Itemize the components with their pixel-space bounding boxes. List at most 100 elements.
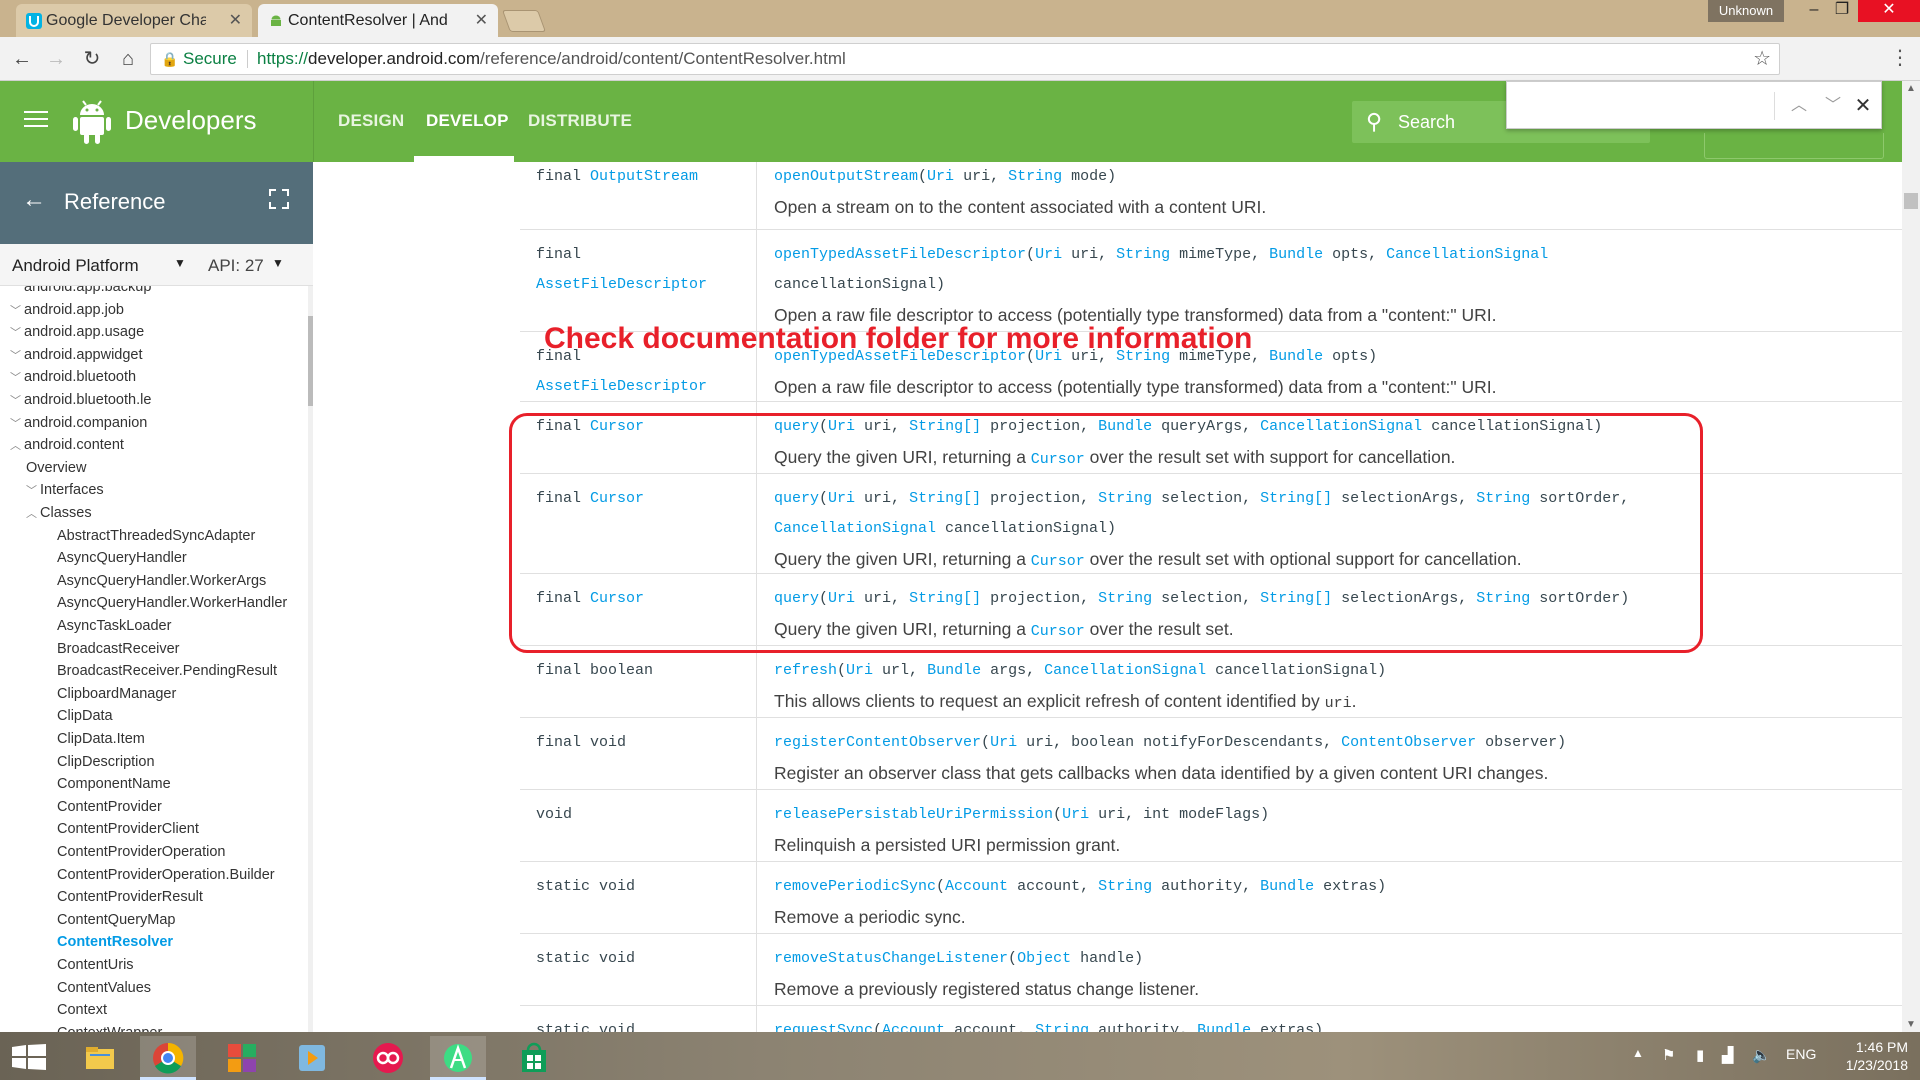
chevron-down-icon[interactable]: ﹀ [10, 367, 24, 389]
sidebar-item[interactable]: ﹀ android.app.backup [10, 286, 151, 298]
find-close-icon[interactable]: ✕ [1851, 94, 1875, 118]
type-link[interactable]: Object [1017, 950, 1071, 967]
taskbar-clock[interactable]: 1:46 PM 1/23/2018 [1818, 1038, 1908, 1074]
type-link[interactable]: refresh [774, 662, 837, 679]
sidebar-item[interactable]: ClipData.Item [57, 728, 145, 750]
type-link[interactable]: Uri [846, 662, 873, 679]
taskbar-media-player[interactable] [284, 1036, 340, 1080]
browser-tab-active[interactable]: ContentResolver | Androi ✕ [258, 4, 498, 37]
chevron-down-icon[interactable]: ﹀ [10, 390, 24, 412]
chevron-down-icon[interactable]: ﹀ [10, 413, 24, 435]
network-icon[interactable]: ▟ [1722, 1046, 1734, 1064]
brand-title[interactable]: Developers [125, 105, 257, 136]
android-logo-icon[interactable] [72, 99, 112, 145]
reload-icon[interactable]: ↻ [78, 45, 106, 73]
type-link[interactable]: Uri [1062, 806, 1089, 823]
sidebar-item[interactable]: ﹀ android.appwidget [10, 344, 143, 366]
sidebar-item[interactable]: ﹀ android.app.usage [10, 321, 144, 343]
type-link[interactable]: Account [882, 1022, 945, 1032]
type-link[interactable]: Bundle [1269, 246, 1323, 263]
sidebar-item[interactable]: AsyncQueryHandler.WorkerArgs [57, 570, 266, 592]
dropdown-caret-icon[interactable]: ▼ [272, 256, 284, 270]
type-link[interactable]: String [1098, 878, 1152, 895]
header-button[interactable] [1704, 133, 1884, 159]
windows-start-icon[interactable] [12, 1044, 46, 1070]
find-previous-icon[interactable]: ︿ [1787, 94, 1811, 118]
home-icon[interactable]: ⌂ [114, 45, 142, 73]
taskbar-store[interactable] [506, 1036, 562, 1080]
type-link[interactable]: releasePersistableUriPermission [774, 806, 1053, 823]
type-link[interactable]: Bundle [1197, 1022, 1251, 1032]
chevron-down-icon[interactable]: ﹀ [10, 300, 24, 322]
dropdown-caret-icon[interactable]: ▼ [174, 256, 186, 270]
tray-chevron-icon[interactable]: ▲ [1632, 1046, 1644, 1060]
sidebar-item[interactable]: ContentProviderResult [57, 886, 203, 908]
sidebar-item[interactable]: ClipboardManager [57, 683, 176, 705]
type-link[interactable]: removeStatusChangeListener [774, 950, 1008, 967]
browser-menu-icon[interactable]: ⋮ [1890, 45, 1910, 70]
scroll-up-icon[interactable]: ▲ [1902, 83, 1920, 94]
sidebar-item[interactable]: AsyncTaskLoader [57, 615, 171, 637]
sidebar-item[interactable]: ClipDescription [57, 751, 155, 773]
sidebar-item[interactable]: ﹀ android.app.job [10, 299, 124, 321]
nav-design[interactable]: DESIGN [338, 111, 404, 131]
action-center-flag-icon[interactable]: ⚑ [1662, 1046, 1675, 1064]
sidebar-item[interactable]: ﹀ android.bluetooth.le [10, 389, 151, 411]
taskbar-chrome[interactable] [140, 1036, 196, 1080]
sidebar-item[interactable]: Context [57, 999, 107, 1021]
type-link[interactable]: CancellationSignal [1386, 246, 1548, 263]
browser-tab[interactable]: Google Developer Challe ✕ [16, 4, 252, 37]
chevron-down-icon[interactable]: ﹀ [10, 286, 24, 299]
sidebar-item[interactable]: BroadcastReceiver [57, 638, 180, 660]
sidebar-item[interactable]: ClipData [57, 705, 113, 727]
chevron-down-icon[interactable]: ﹀ [10, 345, 24, 367]
type-link[interactable]: Bundle [1269, 348, 1323, 365]
profile-badge[interactable]: Unknown [1708, 0, 1784, 22]
nav-develop[interactable]: DEVELOP [426, 111, 509, 131]
type-link[interactable]: Uri [990, 734, 1017, 751]
volume-icon[interactable]: 🔈 [1752, 1046, 1771, 1064]
type-link[interactable]: CancellationSignal [1044, 662, 1206, 679]
sidebar-item[interactable]: ContentResolver [57, 931, 173, 953]
taskbar-app[interactable] [214, 1036, 270, 1080]
scrollbar-thumb[interactable] [1904, 193, 1918, 209]
close-icon[interactable]: ✕ [475, 4, 488, 37]
sidebar-item[interactable]: AbstractThreadedSyncAdapter [57, 525, 255, 547]
sidebar-item[interactable]: ContextWrapper [57, 1022, 162, 1032]
taskbar-android-studio[interactable] [430, 1036, 486, 1080]
sidebar-item[interactable]: ︿ android.content [10, 434, 124, 456]
type-link[interactable]: Bundle [1260, 878, 1314, 895]
hamburger-menu-icon[interactable] [24, 111, 48, 132]
type-link[interactable]: openOutputStream [774, 168, 918, 185]
sidebar-item[interactable]: ﹀ android.bluetooth [10, 366, 136, 388]
type-link[interactable]: AssetFileDescriptor [536, 276, 707, 293]
type-link[interactable]: ContentObserver [1341, 734, 1476, 751]
type-link[interactable]: Bundle [927, 662, 981, 679]
type-link[interactable]: openTypedAssetFileDescriptor [774, 246, 1026, 263]
sidebar-item[interactable]: ﹀ android.companion [10, 412, 147, 434]
sidebar-item[interactable]: ContentUris [57, 954, 134, 976]
scroll-down-icon[interactable]: ▼ [1902, 1019, 1920, 1030]
url-text[interactable]: https://developer.android.com/reference/… [257, 44, 846, 74]
type-link[interactable]: String [1116, 246, 1170, 263]
api-level-select[interactable]: API: 27 [208, 256, 264, 276]
sidebar-item[interactable]: ContentProviderOperation [57, 841, 225, 863]
chevron-down-icon[interactable]: ﹀ [10, 322, 24, 344]
type-link[interactable]: registerContentObserver [774, 734, 981, 751]
sidebar-item[interactable]: ﹀ Interfaces [26, 479, 104, 501]
type-link[interactable]: Account [945, 878, 1008, 895]
type-link[interactable]: String [1035, 1022, 1089, 1032]
sidebar-item[interactable]: ContentProvider [57, 796, 162, 818]
bookmark-star-icon[interactable]: ☆ [1753, 44, 1771, 74]
chevron-down-icon[interactable]: ﹀ [26, 480, 40, 502]
sidebar-item[interactable]: ContentProviderOperation.Builder [57, 864, 275, 886]
page-scrollbar[interactable]: ▲ ▼ [1902, 81, 1920, 1032]
sidebar-item[interactable]: ComponentName [57, 773, 171, 795]
find-next-icon[interactable]: ﹀ [1821, 94, 1845, 118]
back-arrow-icon[interactable]: ← [22, 186, 46, 214]
sidebar-item[interactable]: ContentProviderClient [57, 818, 199, 840]
sidebar-item[interactable]: ContentValues [57, 977, 151, 999]
new-tab-button[interactable] [501, 10, 547, 32]
taskbar-file-explorer[interactable] [72, 1036, 128, 1080]
nav-distribute[interactable]: DISTRIBUTE [528, 111, 632, 131]
